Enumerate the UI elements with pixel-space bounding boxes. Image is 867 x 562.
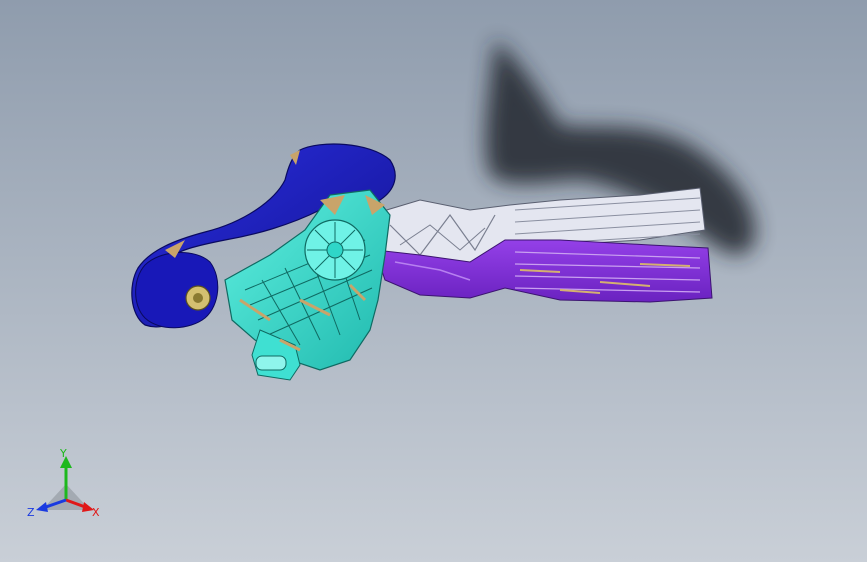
graphics-viewport[interactable]: Y X Z — [0, 0, 867, 562]
coordinate-triad: Y X Z — [27, 448, 100, 519]
model-scene[interactable] — [0, 0, 867, 562]
z-axis-label: Z — [27, 506, 35, 519]
z-axis-arrow — [36, 502, 48, 512]
x-axis-label: X — [92, 506, 100, 519]
y-axis-label: Y — [59, 448, 67, 460]
